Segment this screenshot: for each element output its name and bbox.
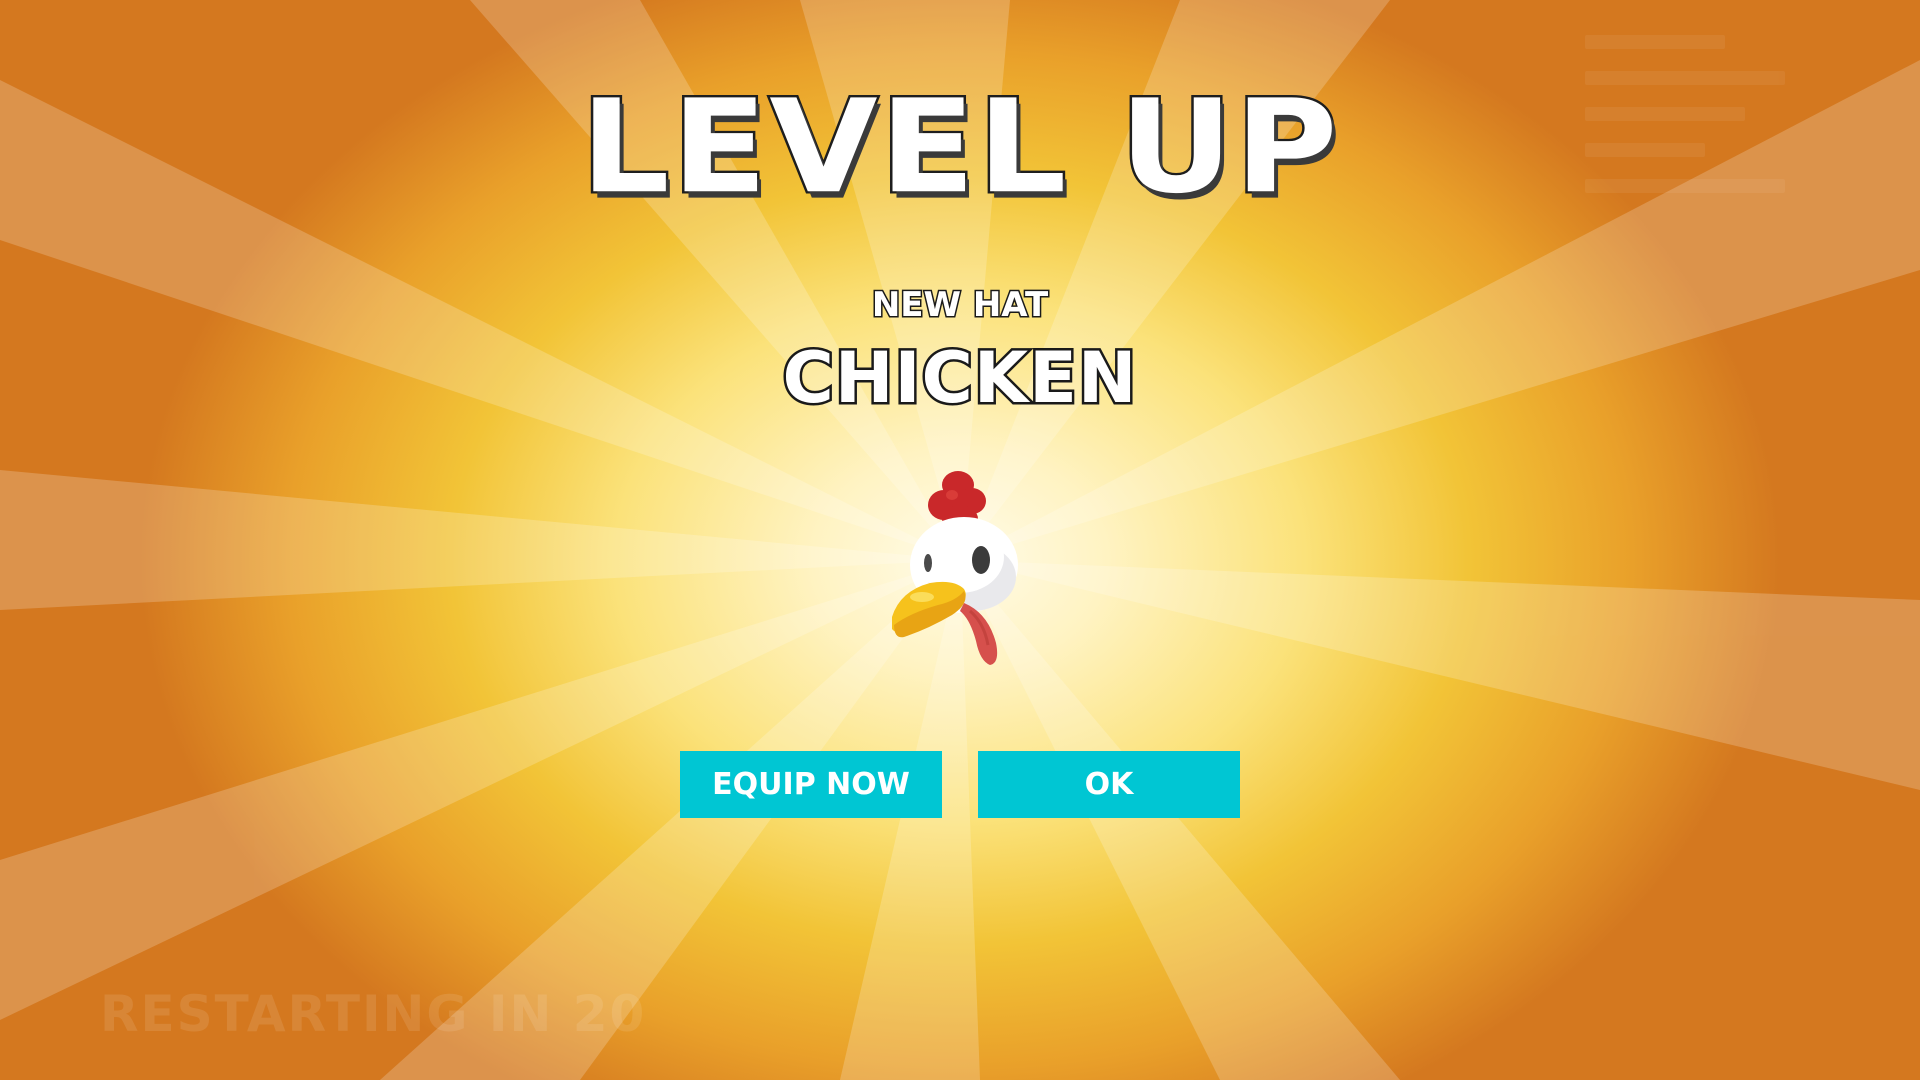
- ok-button[interactable]: OK: [978, 751, 1240, 818]
- reward-type-label: NEW HAT: [870, 284, 1049, 327]
- reward-item-name: CHICKEN: [780, 335, 1139, 422]
- restart-countdown-text: RESTARTING IN 20: [100, 985, 647, 1043]
- chicken-hat-icon: [892, 471, 1018, 665]
- level-up-title: LEVEL UP: [578, 72, 1340, 224]
- level-up-screen: RESTARTING IN 20 LEVEL UP NEW HAT CHICKE…: [0, 0, 1920, 1080]
- equip-now-button[interactable]: EQUIP NOW: [680, 751, 942, 818]
